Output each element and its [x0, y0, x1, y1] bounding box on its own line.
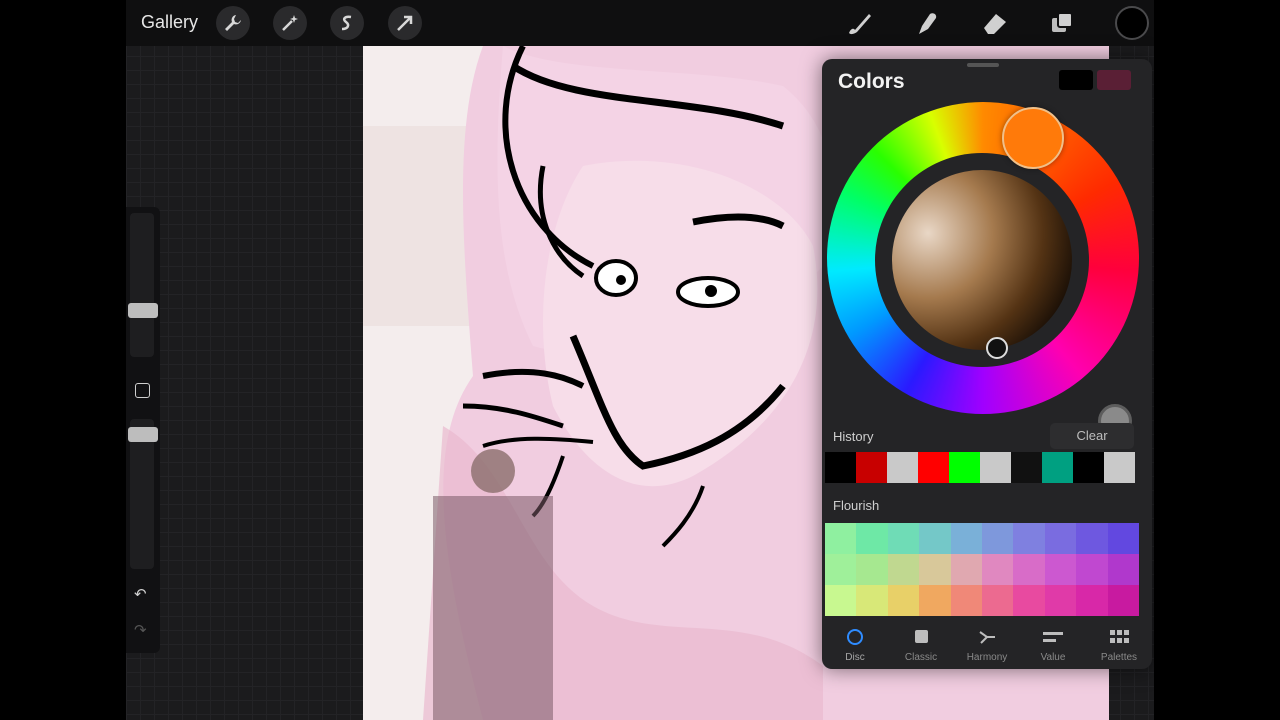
transform-arrow-icon	[397, 15, 413, 31]
panel-grabber[interactable]	[967, 63, 999, 67]
history-swatch[interactable]	[1011, 452, 1042, 483]
palette-swatch[interactable]	[1044, 585, 1077, 616]
layers-button[interactable]	[1046, 6, 1080, 40]
palette-swatch[interactable]	[825, 523, 857, 554]
harmony-icon	[979, 631, 995, 644]
selection-button[interactable]	[330, 6, 364, 40]
value-sliders-icon	[1043, 632, 1063, 642]
disc-icon	[847, 629, 863, 645]
adjustments-button[interactable]	[273, 6, 307, 40]
palette-swatch[interactable]	[919, 554, 951, 585]
current-color-button[interactable]	[1115, 6, 1149, 40]
palette-swatch[interactable]	[950, 554, 982, 585]
palette-swatch[interactable]	[1044, 523, 1077, 554]
layers-icon	[1052, 12, 1073, 32]
hue-handle[interactable]	[1002, 107, 1064, 169]
history-label: History	[833, 429, 874, 444]
history-swatch[interactable]	[856, 452, 887, 483]
eraser-icon	[984, 14, 1006, 34]
palette-swatch[interactable]	[887, 554, 920, 585]
history-swatch[interactable]	[1042, 452, 1073, 483]
palette-swatch[interactable]	[1107, 585, 1139, 616]
palette-swatch[interactable]	[981, 554, 1014, 585]
palette-swatch[interactable]	[950, 523, 982, 554]
palette-swatch[interactable]	[1013, 523, 1045, 554]
palette-swatch[interactable]	[1013, 554, 1045, 585]
smudge-button[interactable]	[910, 6, 944, 40]
palette-swatch[interactable]	[981, 585, 1014, 616]
undo-icon[interactable]: ↶	[134, 585, 147, 603]
palette-swatch[interactable]	[856, 585, 888, 616]
left-sidebar: ↶ ↷	[126, 207, 160, 653]
magic-wand-icon	[282, 15, 298, 31]
color-mode-tabs: Disc Classic Harmony Value Palettes	[822, 625, 1152, 669]
palette-swatch[interactable]	[1076, 585, 1108, 616]
brush-button[interactable]	[841, 6, 875, 40]
palette-swatch[interactable]	[981, 523, 1014, 554]
colors-panel: Colors History Clear Flourish Disc Class…	[822, 59, 1152, 669]
saturation-brightness-disc[interactable]	[892, 170, 1072, 350]
history-swatch[interactable]	[1104, 452, 1135, 483]
brush-icon	[849, 14, 871, 35]
colors-title: Colors	[838, 70, 905, 93]
modify-button[interactable]	[135, 383, 150, 398]
palette-swatch[interactable]	[1044, 554, 1077, 585]
tab-label: Palettes	[1100, 652, 1138, 663]
history-swatch[interactable]	[825, 452, 856, 483]
tab-harmony[interactable]: Harmony	[954, 625, 1020, 669]
palette-swatch[interactable]	[919, 585, 951, 616]
tab-palettes[interactable]: Palettes	[1086, 625, 1152, 669]
palette-swatch[interactable]	[1013, 585, 1045, 616]
tab-value[interactable]: Value	[1020, 625, 1086, 669]
smudge-icon	[919, 13, 937, 35]
brush-size-handle[interactable]	[128, 303, 158, 318]
actions-button[interactable]	[216, 6, 250, 40]
brush-size-slider[interactable]	[130, 213, 154, 357]
palettes-grid-icon	[1110, 630, 1129, 643]
secondary-color-swatch[interactable]	[1097, 70, 1131, 90]
primary-color-swatch[interactable]	[1059, 70, 1093, 90]
palette-swatch[interactable]	[1076, 554, 1108, 585]
redo-icon[interactable]: ↷	[134, 621, 147, 639]
history-swatch[interactable]	[918, 452, 949, 483]
palette-swatch[interactable]	[825, 554, 857, 585]
transform-button[interactable]	[388, 6, 422, 40]
history-swatch[interactable]	[980, 452, 1011, 483]
tab-label: Harmony	[966, 652, 1008, 663]
opacity-handle[interactable]	[128, 427, 158, 442]
history-swatches	[825, 452, 1135, 483]
flourish-palette	[825, 523, 1139, 616]
palette-swatch[interactable]	[825, 585, 857, 616]
clear-history-button[interactable]: Clear	[1050, 423, 1134, 449]
palette-swatch[interactable]	[1076, 523, 1108, 554]
palette-swatch[interactable]	[950, 585, 982, 616]
classic-square-icon	[915, 630, 928, 643]
selection-icon	[341, 15, 352, 31]
tab-label: Classic	[904, 652, 938, 663]
palette-swatch[interactable]	[1107, 523, 1139, 554]
palette-swatch[interactable]	[919, 523, 951, 554]
tab-disc[interactable]: Disc	[822, 625, 888, 669]
history-swatch[interactable]	[1073, 452, 1104, 483]
history-swatch[interactable]	[949, 452, 980, 483]
palette-swatch[interactable]	[887, 523, 920, 554]
tab-label: Disc	[845, 652, 865, 663]
palette-swatch[interactable]	[856, 523, 888, 554]
tab-classic[interactable]: Classic	[888, 625, 954, 669]
gallery-button[interactable]: Gallery	[141, 12, 198, 33]
palette-name-label: Flourish	[833, 498, 880, 513]
history-swatch[interactable]	[887, 452, 918, 483]
wrench-icon	[225, 15, 241, 31]
tab-label: Value	[1040, 652, 1066, 663]
eraser-button[interactable]	[978, 6, 1012, 40]
palette-swatch[interactable]	[856, 554, 888, 585]
palette-swatch[interactable]	[887, 585, 920, 616]
saturation-handle[interactable]	[986, 337, 1008, 359]
palette-swatch[interactable]	[1107, 554, 1139, 585]
top-toolbar: Gallery	[126, 0, 1154, 46]
